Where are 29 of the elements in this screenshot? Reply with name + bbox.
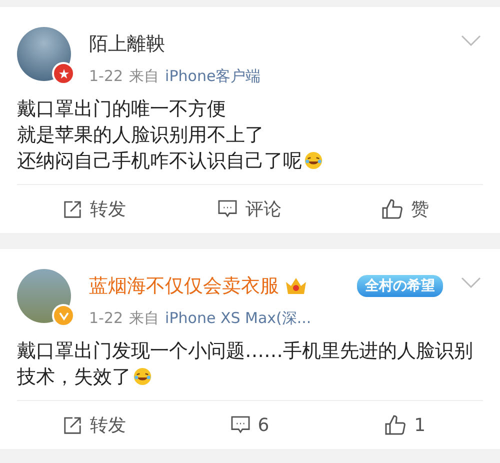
like-button[interactable]: 1 <box>328 410 483 440</box>
thumbs-up-icon <box>382 199 403 219</box>
source-label: 来自 <box>129 309 160 328</box>
thumbs-up-icon <box>385 415 406 435</box>
comment-icon <box>218 200 238 218</box>
post-text: 戴口罩出门的唯一不方便 <box>17 97 227 122</box>
chevron-down-icon[interactable] <box>461 277 481 288</box>
laughing-face-icon <box>133 367 152 386</box>
post-text: 戴口罩出门发现一个小问题……手机里先进的人脸识别技术，失效了 <box>17 339 473 390</box>
comment-button[interactable]: 6 <box>172 410 328 440</box>
author-name[interactable]: 陌上離鞅 <box>89 31 165 57</box>
comment-icon <box>230 416 250 434</box>
share-icon <box>63 200 82 218</box>
comment-button[interactable]: 评论 <box>172 193 328 225</box>
post-text: 还纳闷自己手机咋不认识自己了呢 <box>17 148 473 174</box>
post-date: 1-22 <box>89 67 124 86</box>
chevron-down-icon[interactable] <box>461 35 481 46</box>
post-date: 1-22 <box>89 309 124 328</box>
crown-icon <box>285 276 307 296</box>
source-link[interactable]: iPhone XS Max(深... <box>165 309 312 328</box>
medal-badge: 全村の希望 <box>357 275 443 297</box>
source-link[interactable]: iPhone客户端 <box>165 67 261 86</box>
like-button[interactable]: 赞 <box>328 193 483 225</box>
repost-button[interactable]: 转发 <box>17 193 172 225</box>
share-icon <box>63 416 82 434</box>
laughing-face-icon <box>304 151 323 170</box>
repost-button[interactable]: 转发 <box>17 409 172 441</box>
post-text: 就是苹果的人脸识别用不上了 <box>17 123 265 148</box>
source-label: 来自 <box>129 67 160 86</box>
